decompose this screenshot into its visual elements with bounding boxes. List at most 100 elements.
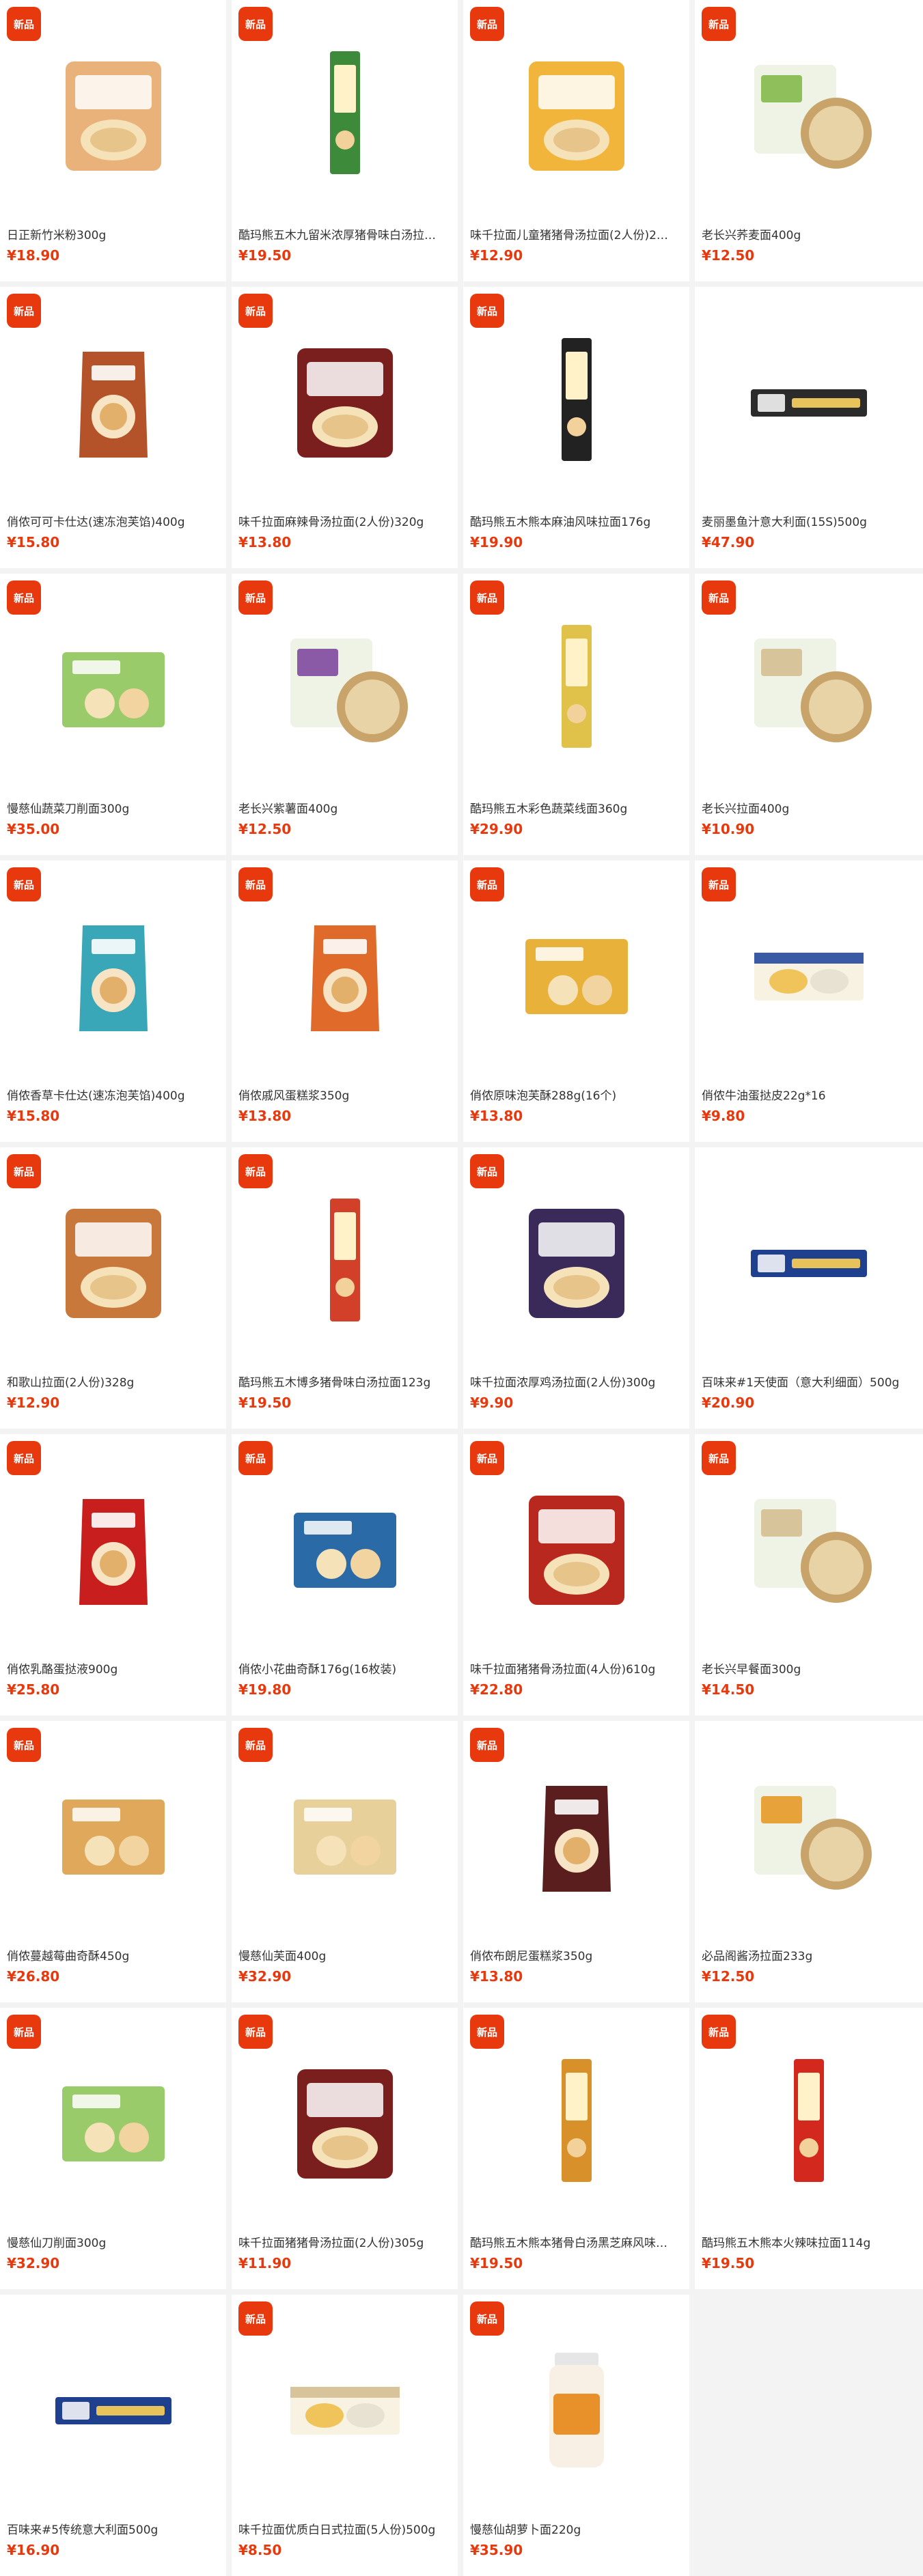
ramen-bowl-icon[interactable] xyxy=(741,1765,877,1902)
spicy-ramen-pack-icon[interactable] xyxy=(277,331,413,468)
product-card[interactable]: 新品 酷玛熊五木九留米浓厚猪骨味白汤拉… ¥19.50 xyxy=(232,0,458,281)
ramen-pack-icon[interactable] xyxy=(277,44,413,181)
brownie-pouch-icon[interactable] xyxy=(508,1765,645,1902)
product-name[interactable]: 和歌山拉面(2人份)328g xyxy=(7,1373,219,1390)
spaghetti-box-icon[interactable] xyxy=(45,2339,182,2476)
panda-ramen-pack-icon[interactable] xyxy=(508,44,645,181)
product-card[interactable]: 新品 和歌山拉面(2人份)328g ¥12.90 xyxy=(0,1147,226,1429)
product-card[interactable]: 新品 慢慈仙胡萝卜面220g ¥35.90 xyxy=(463,2295,689,2576)
product-name[interactable]: 酷玛熊五木彩色蔬菜线面360g xyxy=(470,799,683,816)
product-name[interactable]: 俏侬牛油蛋挞皮22g*16 xyxy=(702,1086,916,1103)
product-name[interactable]: 俏侬可可卡仕达(速冻泡芙馅)400g xyxy=(7,512,219,529)
kumamon-ramen-pack-icon[interactable] xyxy=(508,331,645,468)
product-name[interactable]: 酷玛熊五木熊本猪骨白汤黑芝麻风味… xyxy=(470,2233,683,2250)
product-card[interactable]: 新品 味千拉面猪猪骨汤拉面(2人份)305g ¥11.90 xyxy=(232,2008,458,2289)
product-card[interactable]: 新品 俏侬小花曲奇酥176g(16枚装) ¥19.80 xyxy=(232,1434,458,1716)
product-card[interactable]: 新品 味千拉面儿童猪猪骨汤拉面(2人份)2… ¥12.90 xyxy=(463,0,689,281)
product-card[interactable]: 麦丽墨鱼汁意大利面(15S)500g ¥47.90 xyxy=(695,287,923,568)
colorful-noodle-pack-icon[interactable] xyxy=(508,618,645,755)
product-card[interactable]: 必品阁酱汤拉面233g ¥12.50 xyxy=(695,1721,923,2002)
product-card[interactable]: 新品 酷玛熊五木熊本火辣味拉面114g ¥19.50 xyxy=(695,2008,923,2289)
product-name[interactable]: 百味来#5传统意大利面500g xyxy=(7,2520,219,2537)
squid-ink-pasta-icon[interactable] xyxy=(741,331,877,468)
noodle-pack-icon[interactable] xyxy=(741,618,877,755)
product-name[interactable]: 味千拉面猪猪骨汤拉面(4人份)610g xyxy=(470,1660,683,1677)
product-name[interactable]: 酷玛熊五木九留米浓厚猪骨味白汤拉… xyxy=(238,225,451,242)
knife-cut-noodle-pack-icon[interactable] xyxy=(45,2052,182,2189)
product-name[interactable]: 俏侬香草卡仕达(速冻泡芙馅)400g xyxy=(7,1086,219,1103)
product-name[interactable]: 老长兴荞麦面400g xyxy=(702,225,916,242)
product-name[interactable]: 日正新竹米粉300g xyxy=(7,225,219,242)
chiffon-pouch-icon[interactable] xyxy=(277,905,413,1041)
spicy-kumamon-ramen-pack-icon[interactable] xyxy=(741,2052,877,2189)
fu-noodle-box-icon[interactable] xyxy=(277,1765,413,1902)
product-name[interactable]: 慢慈仙刀削面300g xyxy=(7,2233,219,2250)
product-name[interactable]: 味千拉面麻辣骨汤拉面(2人份)320g xyxy=(238,512,451,529)
product-card[interactable]: 百味来#5传统意大利面500g ¥16.90 xyxy=(0,2295,226,2576)
carrot-noodle-jar-icon[interactable] xyxy=(508,2339,645,2476)
soba-pack-icon[interactable] xyxy=(741,44,877,181)
chicken-ramen-pack-icon[interactable] xyxy=(508,1192,645,1328)
product-card[interactable]: 新品 老长兴荞麦面400g ¥12.50 xyxy=(695,0,923,281)
product-card[interactable]: 新品 俏侬蔓越莓曲奇酥450g ¥26.80 xyxy=(0,1721,226,2002)
product-card[interactable]: 新品 老长兴拉面400g ¥10.90 xyxy=(695,574,923,855)
product-name[interactable]: 酷玛熊五木熊本麻油风味拉面176g xyxy=(470,512,683,529)
product-card[interactable]: 新品 俏侬乳酪蛋挞液900g ¥25.80 xyxy=(0,1434,226,1716)
product-card[interactable]: 新品 酷玛熊五木熊本猪骨白汤黑芝麻风味… ¥19.50 xyxy=(463,2008,689,2289)
product-name[interactable]: 酷玛熊五木博多猪骨味白汤拉面123g xyxy=(238,1373,451,1390)
product-name[interactable]: 慢慈仙蔬菜刀削面300g xyxy=(7,799,219,816)
product-name[interactable]: 老长兴拉面400g xyxy=(702,799,916,816)
wakayama-ramen-pack-icon[interactable] xyxy=(45,1192,182,1328)
product-card[interactable]: 新品 俏侬可可卡仕达(速冻泡芙馅)400g ¥15.80 xyxy=(0,287,226,568)
product-card[interactable]: 新品 味千拉面麻辣骨汤拉面(2人份)320g ¥13.80 xyxy=(232,287,458,568)
puff-box-icon[interactable] xyxy=(508,905,645,1041)
product-name[interactable]: 俏侬蔓越莓曲奇酥450g xyxy=(7,1946,219,1963)
product-card[interactable]: 百味来#1天使面（意大利细面）500g ¥20.90 xyxy=(695,1147,923,1429)
breakfast-noodle-pack-icon[interactable] xyxy=(741,1479,877,1615)
product-name[interactable]: 味千拉面浓厚鸡汤拉面(2人份)300g xyxy=(470,1373,683,1390)
product-name[interactable]: 俏侬乳酪蛋挞液900g xyxy=(7,1660,219,1677)
product-name[interactable]: 酷玛熊五木熊本火辣味拉面114g xyxy=(702,2233,916,2250)
product-name[interactable]: 味千拉面猪猪骨汤拉面(2人份)305g xyxy=(238,2233,451,2250)
product-name[interactable]: 味千拉面儿童猪猪骨汤拉面(2人份)2… xyxy=(470,225,683,242)
pork-ramen-pack-icon[interactable] xyxy=(508,1479,645,1615)
japanese-ramen-pack-icon[interactable] xyxy=(277,2339,413,2476)
product-name[interactable]: 必品阁酱汤拉面233g xyxy=(702,1946,916,1963)
rice-noodle-bag-icon[interactable] xyxy=(45,44,182,181)
product-name[interactable]: 俏侬原味泡芙酥288g(16个) xyxy=(470,1086,683,1103)
product-card[interactable]: 新品 俏侬戚风蛋糕浆350g ¥13.80 xyxy=(232,860,458,1142)
product-name[interactable]: 俏侬布朗尼蛋糕浆350g xyxy=(470,1946,683,1963)
product-card[interactable]: 新品 酷玛熊五木彩色蔬菜线面360g ¥29.90 xyxy=(463,574,689,855)
cookie-box-icon[interactable] xyxy=(277,1479,413,1615)
custard-pouch-icon[interactable] xyxy=(45,331,182,468)
product-name[interactable]: 俏侬小花曲奇酥176g(16枚装) xyxy=(238,1660,451,1677)
purple-noodle-pack-icon[interactable] xyxy=(277,618,413,755)
product-card[interactable]: 新品 慢慈仙刀削面300g ¥32.90 xyxy=(0,2008,226,2289)
product-card[interactable]: 新品 酷玛熊五木博多猪骨味白汤拉面123g ¥19.50 xyxy=(232,1147,458,1429)
product-card[interactable]: 新品 酷玛熊五木熊本麻油风味拉面176g ¥19.90 xyxy=(463,287,689,568)
product-name[interactable]: 慢慈仙胡萝卜面220g xyxy=(470,2520,683,2537)
product-card[interactable]: 新品 俏侬布朗尼蛋糕浆350g ¥13.80 xyxy=(463,1721,689,2002)
product-name[interactable]: 慢慈仙芙面400g xyxy=(238,1946,451,1963)
product-card[interactable]: 新品 味千拉面优质白日式拉面(5人份)500g ¥8.50 xyxy=(232,2295,458,2576)
product-card[interactable]: 新品 日正新竹米粉300g ¥18.90 xyxy=(0,0,226,281)
egg-tart-liquid-pouch-icon[interactable] xyxy=(45,1479,182,1615)
product-card[interactable]: 新品 老长兴早餐面300g ¥14.50 xyxy=(695,1434,923,1716)
vanilla-custard-pouch-icon[interactable] xyxy=(45,905,182,1041)
product-card[interactable]: 新品 味千拉面猪猪骨汤拉面(4人份)610g ¥22.80 xyxy=(463,1434,689,1716)
product-card[interactable]: 新品 俏侬牛油蛋挞皮22g*16 ¥9.80 xyxy=(695,860,923,1142)
product-name[interactable]: 百味来#1天使面（意大利细面）500g xyxy=(702,1373,916,1390)
angel-hair-pasta-box-icon[interactable] xyxy=(741,1192,877,1328)
product-card[interactable]: 新品 老长兴紫薯面400g ¥12.50 xyxy=(232,574,458,855)
product-card[interactable]: 新品 慢慈仙芙面400g ¥32.90 xyxy=(232,1721,458,2002)
vegetable-noodle-pack-icon[interactable] xyxy=(45,618,182,755)
tart-shell-box-icon[interactable] xyxy=(741,905,877,1041)
product-card[interactable]: 新品 俏侬香草卡仕达(速冻泡芙馅)400g ¥15.80 xyxy=(0,860,226,1142)
product-card[interactable]: 新品 味千拉面浓厚鸡汤拉面(2人份)300g ¥9.90 xyxy=(463,1147,689,1429)
product-name[interactable]: 味千拉面优质白日式拉面(5人份)500g xyxy=(238,2520,451,2537)
product-name[interactable]: 麦丽墨鱼汁意大利面(15S)500g xyxy=(702,512,916,529)
product-name[interactable]: 老长兴紫薯面400g xyxy=(238,799,451,816)
product-name[interactable]: 老长兴早餐面300g xyxy=(702,1660,916,1677)
product-name[interactable]: 俏侬戚风蛋糕浆350g xyxy=(238,1086,451,1103)
hakata-ramen-pack-icon[interactable] xyxy=(277,1192,413,1328)
